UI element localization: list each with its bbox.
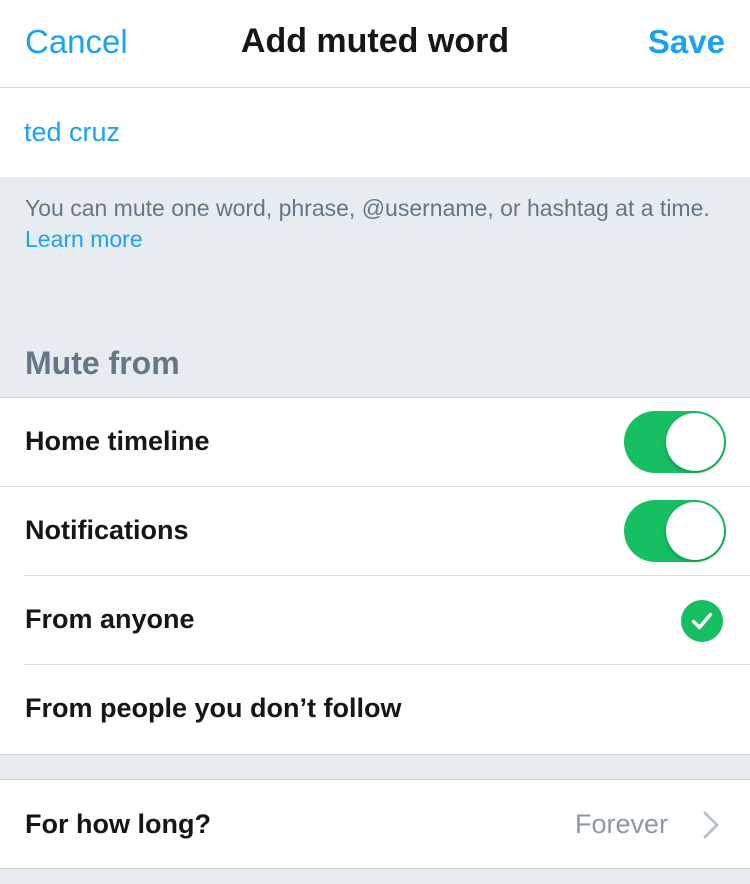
home-timeline-toggle[interactable] xyxy=(624,411,726,473)
nav-bar: Cancel Add muted word Save xyxy=(0,0,750,88)
from-not-followed-label: From people you don’t follow xyxy=(25,693,402,723)
notifications-row: Notifications xyxy=(0,487,750,576)
chevron-right-icon xyxy=(702,810,720,845)
toggle-knob xyxy=(666,502,724,560)
duration-value: Forever xyxy=(574,809,668,839)
notifications-label: Notifications xyxy=(25,515,189,545)
muted-word-input[interactable] xyxy=(24,112,724,152)
mute-from-list: Home timeline Notifications From anyone … xyxy=(0,397,750,755)
learn-more-link[interactable]: Learn more xyxy=(25,226,143,252)
helper-description: You can mute one word, phrase, @username… xyxy=(25,195,710,221)
duration-row[interactable]: For how long? Forever xyxy=(0,779,750,869)
from-anyone-option[interactable]: From anyone xyxy=(0,576,750,665)
muted-word-row xyxy=(0,88,750,177)
mute-from-header: Mute from xyxy=(25,345,180,381)
from-not-followed-option[interactable]: From people you don’t follow xyxy=(0,665,750,754)
from-anyone-label: From anyone xyxy=(25,604,195,634)
page-title: Add muted word xyxy=(240,22,510,60)
home-timeline-label: Home timeline xyxy=(25,426,210,456)
duration-label: For how long? xyxy=(25,809,211,839)
toggle-knob xyxy=(666,413,724,471)
helper-text: You can mute one word, phrase, @username… xyxy=(25,193,730,255)
notifications-toggle[interactable] xyxy=(624,500,726,562)
home-timeline-row: Home timeline xyxy=(0,398,750,487)
save-button[interactable]: Save xyxy=(648,23,725,61)
checkmark-circle-icon xyxy=(681,600,723,642)
